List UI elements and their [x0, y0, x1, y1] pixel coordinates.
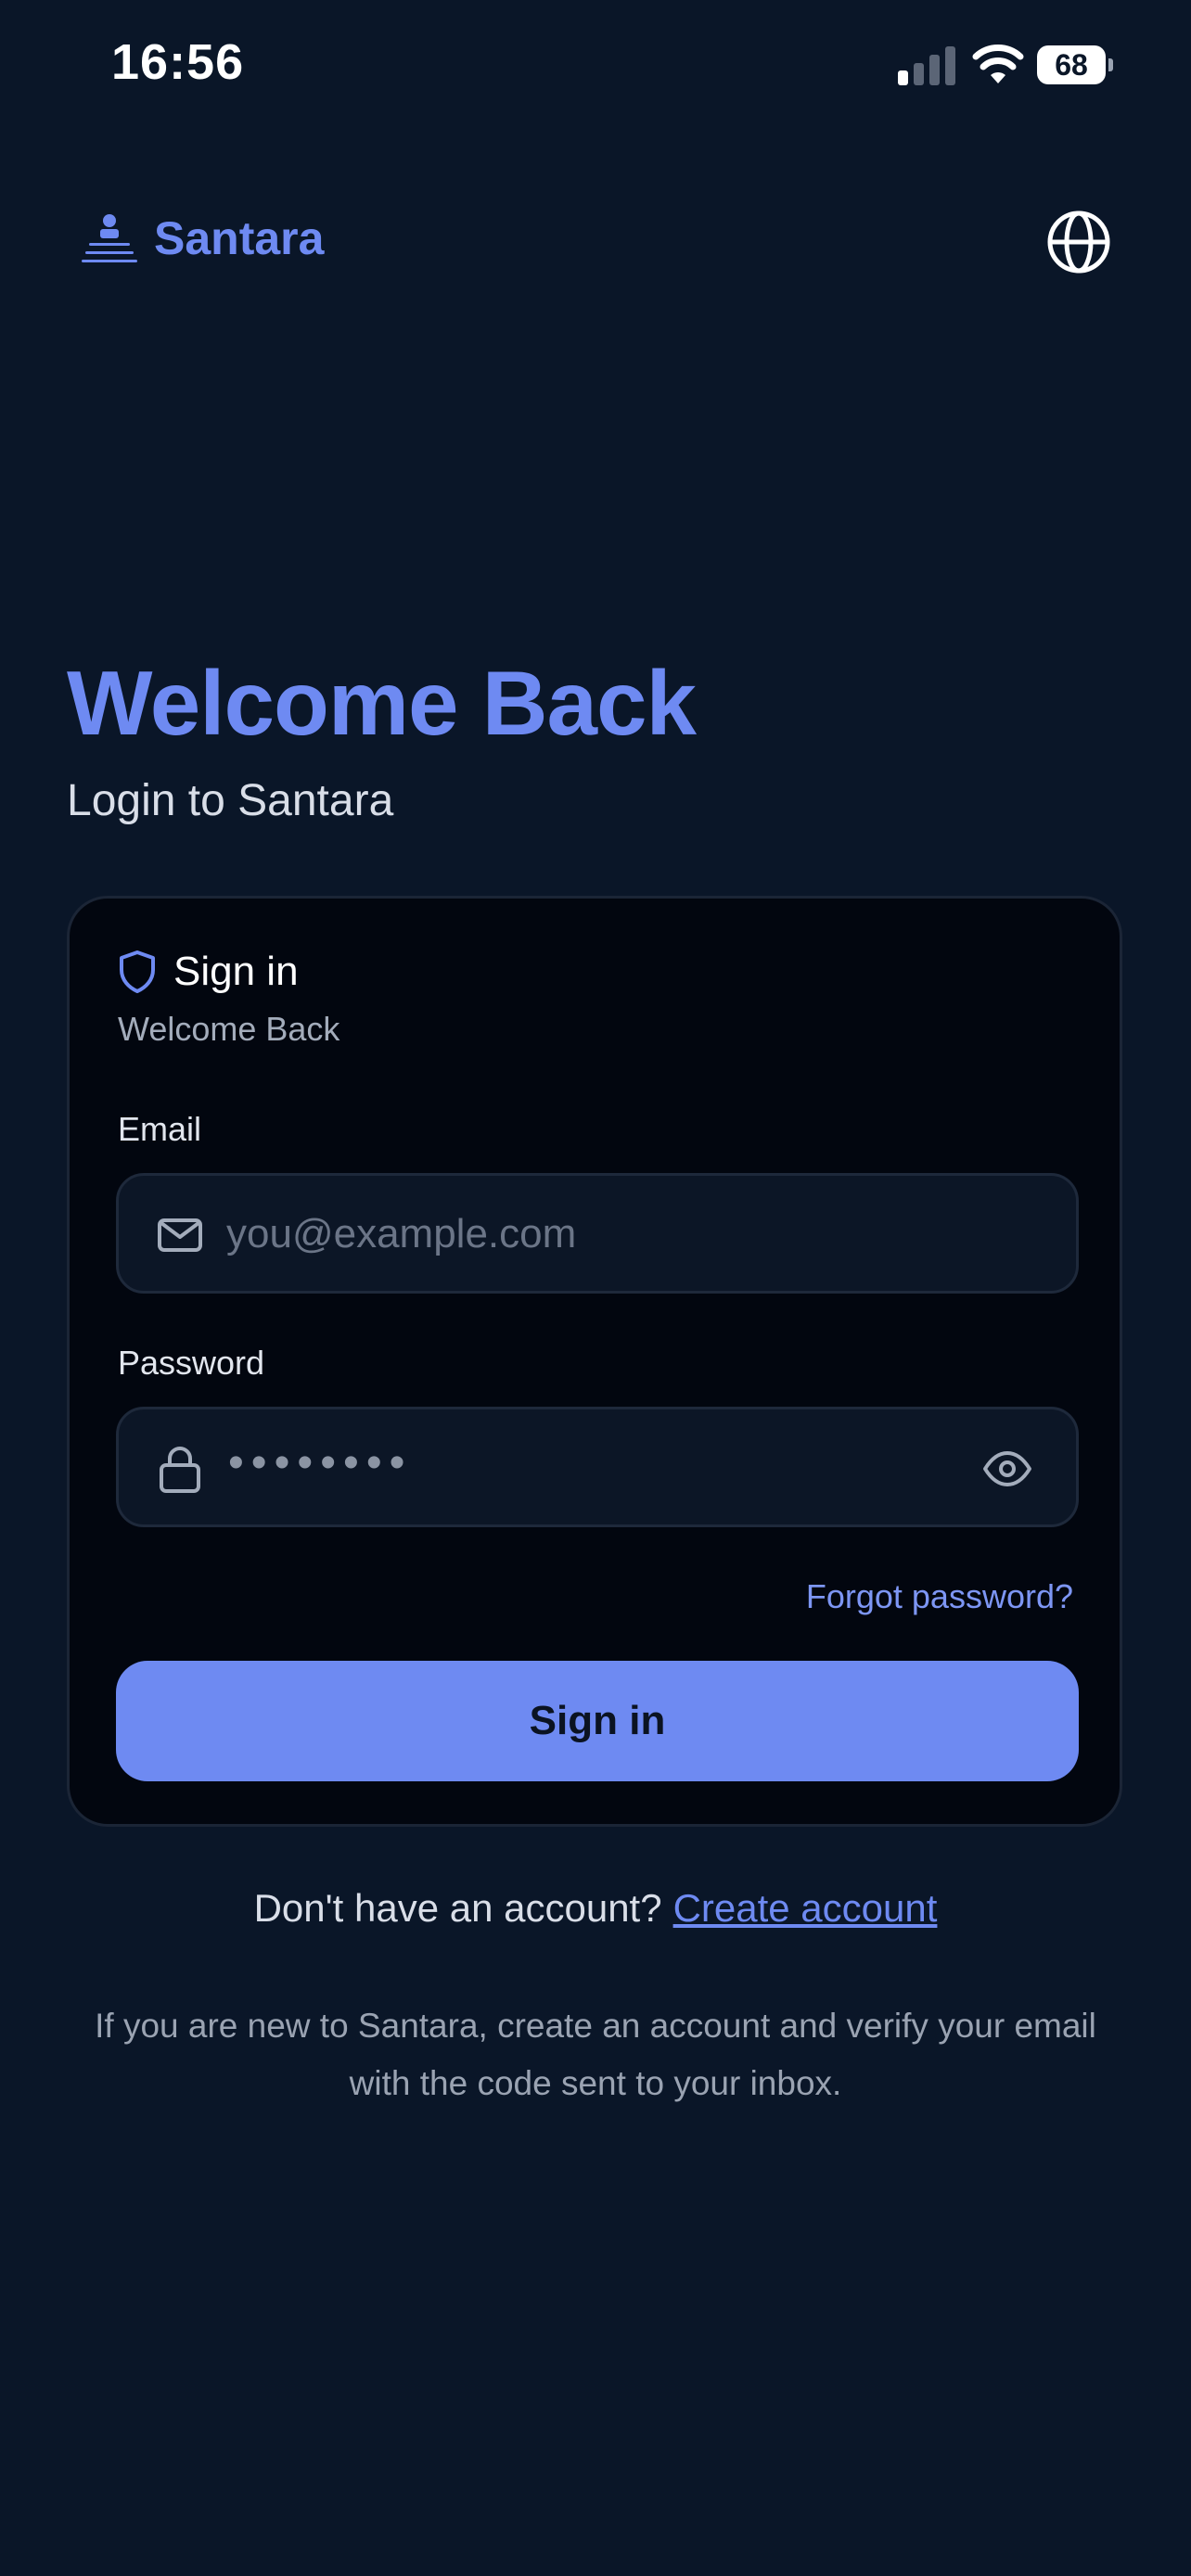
login-screen: 16:56 68 Santara Welcome Back Login to S… [0, 0, 1191, 2576]
sign-in-card: Sign in Welcome Back Email you@example.c… [67, 896, 1122, 1827]
brand-name: Santara [154, 212, 325, 264]
email-label: Email [118, 1110, 202, 1148]
lock-icon [160, 1447, 200, 1493]
card-subtitle: Welcome Back [118, 1010, 340, 1048]
signup-prompt: Don't have an account? Create account [0, 1886, 1191, 1931]
info-text: If you are new to Santara, create an acc… [95, 2007, 1096, 2102]
shield-icon [120, 950, 155, 993]
create-account-link[interactable]: Create account [673, 1886, 938, 1930]
card-title: Sign in [173, 949, 299, 994]
email-field[interactable]: you@example.com [116, 1173, 1079, 1294]
eye-icon[interactable] [981, 1443, 1033, 1495]
password-label: Password [118, 1344, 265, 1382]
email-placeholder: you@example.com [226, 1211, 577, 1256]
status-time: 16:56 [111, 34, 245, 90]
page-subtitle: Login to Santara [67, 776, 394, 825]
forgot-password-link[interactable]: Forgot password? [806, 1577, 1073, 1616]
page-title: Welcome Back [67, 652, 697, 754]
sign-in-button[interactable]: Sign in [116, 1661, 1079, 1781]
signup-prompt-text: Don't have an account? [253, 1886, 662, 1930]
brand[interactable]: Santara [82, 211, 324, 265]
password-value: •••••••• [228, 1438, 413, 1487]
cellular-signal-icon [898, 46, 955, 85]
globe-icon[interactable] [1046, 210, 1111, 274]
password-field[interactable]: •••••••• [116, 1407, 1079, 1527]
battery-level: 68 [1037, 45, 1106, 84]
person-podium-icon [82, 214, 137, 262]
card-header: Sign in [118, 949, 299, 995]
battery-icon: 68 [1037, 45, 1113, 84]
wifi-icon [972, 45, 1024, 83]
mail-icon [158, 1218, 202, 1252]
